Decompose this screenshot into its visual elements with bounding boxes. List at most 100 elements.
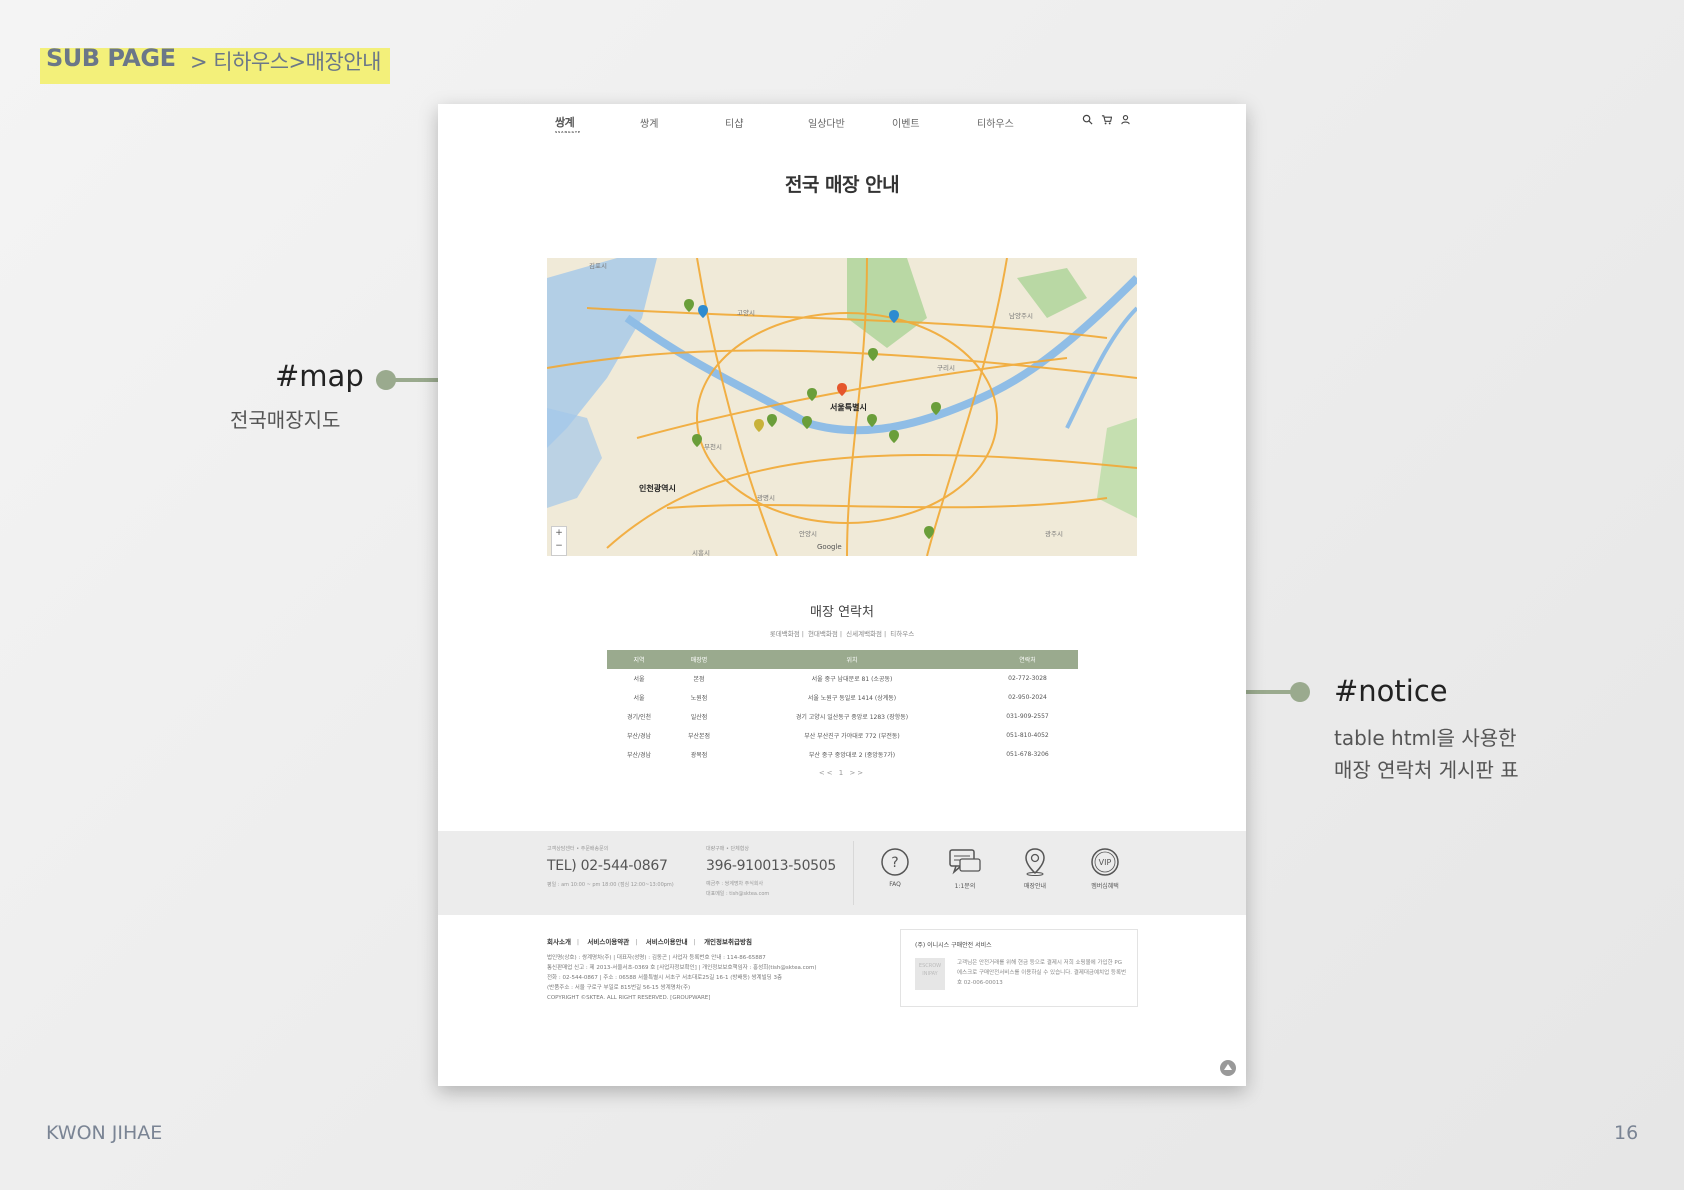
- cell-store: 일산점: [690, 714, 708, 721]
- nav-item-daily[interactable]: 일상다반: [808, 115, 845, 130]
- cell-region: 부산/경남: [626, 733, 652, 740]
- map-label: 남양주시: [1009, 311, 1033, 320]
- contacts-title: 매장 연락처: [810, 605, 874, 620]
- map-label: 부천시: [704, 442, 722, 451]
- cell-location: 부산 중구 중앙대로 2 (중앙동7가): [808, 752, 896, 759]
- map-canvas: 김포시 고양시 남양주시 구리시 서울특별시 부천시 인천광역시 광명시 안양시…: [547, 258, 1137, 556]
- footer-link-privacy[interactable]: 개인정보취급방침: [704, 938, 752, 946]
- cs-phone: TEL) 02-544-0867: [547, 858, 668, 874]
- cell-store: 본점: [693, 676, 705, 683]
- map-label: 고양시: [737, 309, 755, 317]
- company-info-line: 법인명(상호) : 쌍계명차(주) | 대표자(성명) : 김동곤 | 사업자 …: [547, 955, 766, 961]
- map-zoom-control: + −: [551, 526, 567, 556]
- company-info: 법인명(상호) : 쌍계명차(주) | 대표자(성명) : 김동곤 | 사업자 …: [547, 953, 927, 1003]
- nav-item-teahouse[interactable]: 티하우스: [977, 115, 1014, 130]
- map-attribution: Google: [817, 543, 842, 551]
- table-row[interactable]: 부산/경남 부산본점 부산 부산진구 가야대로 772 (부전동) 051-81…: [607, 726, 1078, 745]
- bank-info: 대량구매 • 단체협상 396-910013-50505 예금주 : 쌍계명차 …: [706, 845, 836, 899]
- map-label: 김포시: [589, 262, 607, 270]
- logo-text: 쌍계: [555, 116, 575, 129]
- annotation-notice-dot: [1290, 682, 1310, 702]
- store-link[interactable]: 매장안내: [1005, 847, 1065, 890]
- membership-link[interactable]: VIP 멤버십혜택: [1075, 847, 1135, 890]
- table-row[interactable]: 부산/경남 광복점 부산 중구 중앙대로 2 (중앙동7가) 051-678-3…: [607, 745, 1078, 764]
- cell-store: 노원점: [690, 695, 708, 702]
- company-info-line: 통신판매업 신고 : 제 2013-서울서초-0369 호 [사업자정보확인] …: [547, 965, 817, 971]
- map-label: 서울특별시: [830, 402, 867, 412]
- map-label: 구리시: [937, 363, 955, 372]
- nav-icons: [1082, 114, 1131, 125]
- map-label: 광명시: [757, 493, 775, 502]
- bank-account: 396-910013-50505: [706, 858, 837, 874]
- annotation-map-desc: 전국매장지도: [230, 408, 341, 432]
- question-icon: ?: [881, 848, 909, 876]
- cell-location: 서울 노원구 동일로 1414 (상계동): [807, 695, 897, 702]
- escrow-badge[interactable]: ESCROW INIPAY: [915, 958, 945, 990]
- store-contacts-table: 지역 매장명 위치 연락처 서울 본점 서울 중구 남대문로 81 (소공동) …: [607, 650, 1078, 764]
- cell-contact: 02-950-2024: [1008, 694, 1047, 701]
- chat-icon: [949, 849, 981, 875]
- site-logo[interactable]: 쌍계 SSANGGYE: [555, 114, 581, 134]
- copyright: COPYRIGHT ©SKTEA. ALL RIGHT RESERVED. [G…: [547, 995, 711, 1001]
- cell-location: 서울 중구 남대문로 81 (소공동): [811, 676, 893, 683]
- cell-region: 경기/인천: [626, 714, 652, 721]
- pagination[interactable]: << 1 >>: [438, 769, 1246, 777]
- column-header-contact: 연락처: [977, 650, 1078, 669]
- map-label: 인천광역시: [639, 483, 676, 493]
- annotation-notice-title: #notice: [1334, 674, 1448, 708]
- cell-contact: 051-810-4052: [1006, 732, 1049, 739]
- footer-info-bar: 고객상담센터 • 주문배송문의 TEL) 02-544-0867 평일 : am…: [438, 831, 1246, 915]
- table-row[interactable]: 서울 본점 서울 중구 남대문로 81 (소공동) 02-772-3028: [607, 669, 1078, 688]
- column-header-region: 지역: [607, 650, 671, 669]
- footer-link-terms[interactable]: 서비스이용약관: [587, 938, 629, 946]
- annotation-map-title: #map: [275, 359, 364, 393]
- nav-item-ssanggye[interactable]: 쌍계: [640, 115, 658, 130]
- website-mockup: 쌍계 SSANGGYE 쌍계 티샵 일상다반 이벤트 티하우스 전국 매장 안내: [438, 104, 1246, 1086]
- table-header-row: 지역 매장명 위치 연락처: [607, 650, 1078, 669]
- escrow-title: (주) 이니시스 구매안전 서비스: [915, 942, 992, 949]
- location-pin-icon: [1025, 848, 1045, 876]
- cs-label: 고객상담센터 • 주문배송문의: [547, 846, 609, 852]
- nav-item-event[interactable]: 이벤트: [892, 115, 920, 130]
- membership-label: 멤버십혜택: [1091, 883, 1119, 890]
- table-row[interactable]: 서울 노원점 서울 노원구 동일로 1414 (상계동) 02-950-2024: [607, 688, 1078, 707]
- faq-link[interactable]: ? FAQ: [865, 847, 925, 888]
- faq-label: FAQ: [889, 881, 901, 888]
- map-zoom-in-button[interactable]: +: [552, 527, 566, 540]
- column-header-location: 위치: [727, 650, 977, 669]
- logo-subtext: SSANGGYE: [555, 130, 582, 134]
- cell-contact: 051-678-3206: [1006, 751, 1049, 758]
- map-label: 안양시: [799, 529, 817, 538]
- map-zoom-out-button[interactable]: −: [552, 540, 566, 553]
- cell-store: 광복점: [690, 752, 708, 759]
- company-info-line: 전화 : 02-544-0867 | 주소 : 06588 서울특별시 서초구 …: [547, 975, 783, 981]
- user-icon[interactable]: [1120, 114, 1131, 125]
- tab-teahouse[interactable]: 티하우스: [890, 630, 914, 638]
- map-label: 광주시: [1045, 530, 1063, 538]
- customer-center: 고객상담센터 • 주문배송문의 TEL) 02-544-0867 평일 : am…: [547, 845, 674, 891]
- nav-item-teashop[interactable]: 티샵: [725, 115, 743, 130]
- map-label: 시흥시: [692, 548, 710, 556]
- cell-contact: 031-909-2557: [1006, 713, 1049, 720]
- inquiry-label: 1:1문의: [954, 883, 976, 890]
- author: KWON JIHAE: [46, 1122, 163, 1144]
- cell-region: 서울: [633, 676, 645, 683]
- tab-lotte[interactable]: 롯데백화점: [770, 630, 800, 638]
- account-holder: 예금주 : 쌍계명차 주식회사: [706, 881, 764, 887]
- cell-contact: 02-772-3028: [1008, 675, 1047, 682]
- cart-icon[interactable]: [1101, 114, 1112, 125]
- column-header-store: 매장명: [671, 650, 727, 669]
- inquiry-link[interactable]: 1:1문의: [935, 847, 995, 890]
- cell-location: 경기 고양시 일산동구 중앙로 1283 (장항동): [795, 714, 909, 721]
- footer-link-about[interactable]: 회사소개: [547, 938, 571, 946]
- page-title: 전국 매장 안내: [784, 174, 900, 196]
- tab-shinsegae[interactable]: 신세계백화점: [846, 630, 882, 638]
- scroll-top-button[interactable]: [1220, 1060, 1236, 1076]
- company-info-line: (반품주소 : 서울 구로구 부일로 815번길 56-15 쌍계명차(주): [547, 985, 691, 991]
- tab-hyundai[interactable]: 현대백화점: [808, 630, 838, 638]
- search-icon[interactable]: [1082, 114, 1093, 125]
- contacts-tabs: 롯데백화점 | 현대백화점 | 신세계백화점 | 티하우스: [769, 630, 915, 638]
- table-row[interactable]: 경기/인천 일산점 경기 고양시 일산동구 중앙로 1283 (장항동) 031…: [607, 707, 1078, 726]
- footer-link-guide[interactable]: 서비스이용안내: [646, 938, 688, 946]
- store-map[interactable]: 김포시 고양시 남양주시 구리시 서울특별시 부천시 인천광역시 광명시 안양시…: [547, 258, 1137, 556]
